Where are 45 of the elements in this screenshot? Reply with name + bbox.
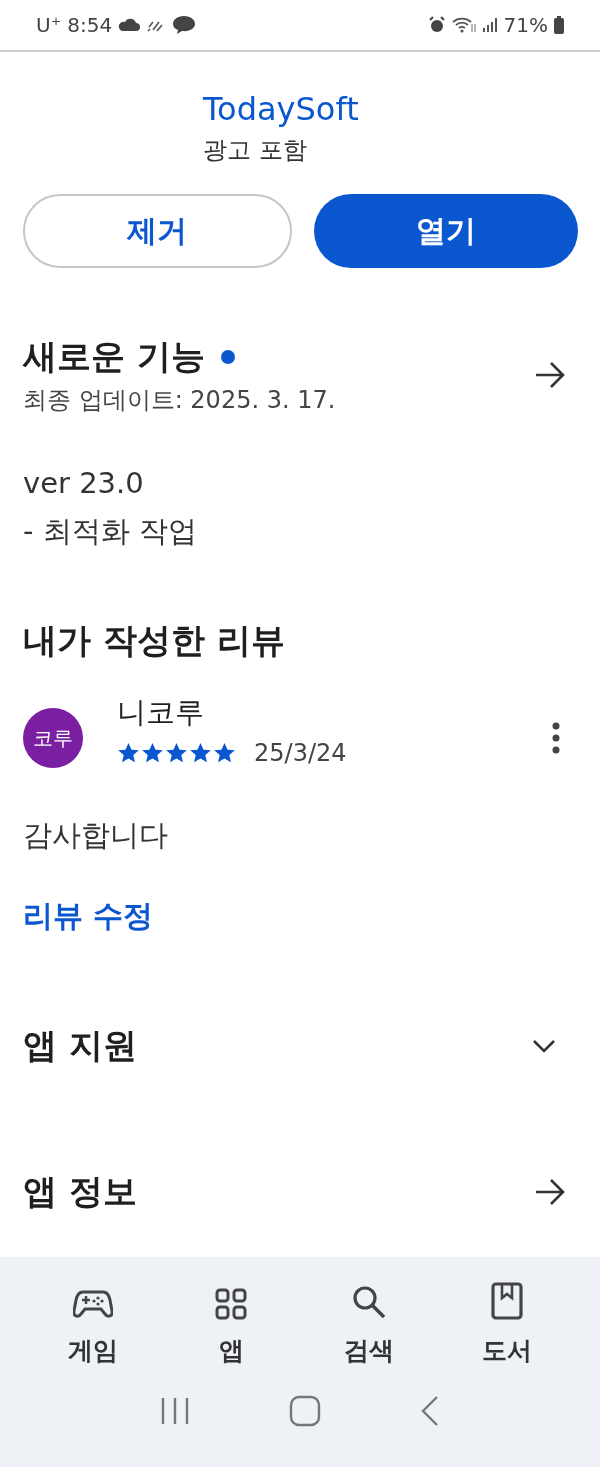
update-date: 최종 업데이트: 2025. 3. 17. (23, 385, 336, 416)
gamepad-icon (73, 1288, 113, 1320)
chat-bubble-icon (172, 15, 197, 35)
carrier-label: U⁺ (36, 13, 62, 37)
nav-tab[interactable]: 앱 (176, 1275, 286, 1367)
review-text: 감사합니다 (23, 817, 168, 854)
battery-icon (554, 16, 564, 34)
recent-apps-icon[interactable] (159, 1397, 190, 1425)
release-note-line: - 최적화 작업 (23, 513, 197, 550)
star-icon (165, 742, 188, 764)
avatar: 코루 (23, 708, 83, 768)
wifi-icon (451, 16, 476, 34)
uninstall-button[interactable]: 제거 (23, 194, 292, 268)
search-icon (351, 1284, 387, 1320)
nav-tab[interactable]: 검색 (314, 1275, 424, 1367)
review-date: 25/3/24 (254, 739, 347, 767)
section-title: 앱 정보 (23, 1170, 137, 1213)
nav-tab[interactable]: 게임 (38, 1275, 148, 1367)
open-button[interactable]: 열기 (313, 194, 578, 268)
cloud-icon (118, 18, 141, 32)
reviewer-name: 니코루 (117, 694, 205, 731)
signal-icon (481, 17, 498, 33)
section-title: 새로운 기능 (23, 335, 205, 378)
book-icon (491, 1282, 523, 1320)
alarm-icon (427, 16, 446, 34)
arrow-right-icon[interactable] (534, 1178, 566, 1206)
chevron-down-icon[interactable] (532, 1039, 556, 1053)
clock-time: 8:54 (67, 13, 113, 37)
star-icon (141, 742, 164, 764)
release-note-line: ver 23.0 (23, 466, 145, 500)
nav-tab[interactable]: 도서 (452, 1275, 562, 1367)
star-icon (189, 742, 212, 764)
arrow-right-icon[interactable] (534, 361, 566, 389)
star-icon (117, 742, 140, 764)
battery-percent: 71% (503, 13, 548, 37)
back-icon[interactable] (420, 1395, 441, 1427)
section-title: 앱 지원 (23, 1024, 137, 1067)
home-icon[interactable] (289, 1395, 321, 1427)
ads-note: 광고 포함 (203, 135, 308, 166)
more-options-icon[interactable] (552, 722, 560, 754)
star-icon (213, 742, 236, 764)
apps-grid-icon (215, 1288, 247, 1320)
developer-link[interactable]: TodaySoft (203, 90, 359, 128)
section-title: 내가 작성한 리뷰 (23, 619, 285, 662)
edit-review-link[interactable]: 리뷰 수정 (23, 896, 154, 937)
